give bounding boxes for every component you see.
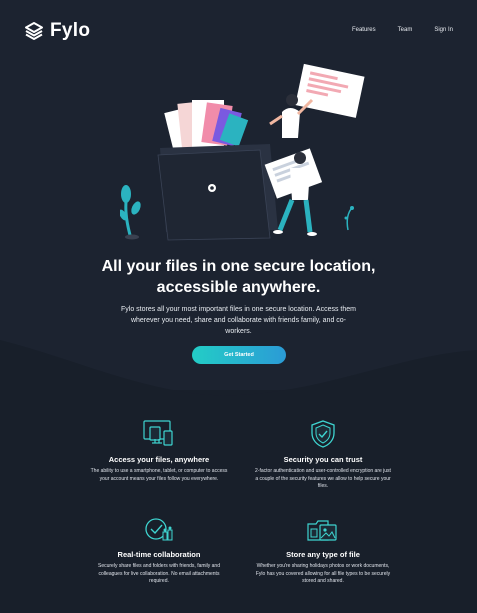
feature-text: 2-factor authentication and user-control… <box>255 468 391 489</box>
feature-security: Security you can trust 2-factor authenti… <box>248 419 398 491</box>
get-started-button[interactable]: Get Started <box>192 346 286 364</box>
feature-collaboration: Real-time collaboration Securely share f… <box>84 516 234 586</box>
feature-text: The ability to use a smartphone, tablet,… <box>90 468 228 482</box>
access-anywhere-icon <box>143 420 173 446</box>
nav-signin-link[interactable]: Sign In <box>434 27 453 33</box>
nav-features-link[interactable]: Features <box>352 27 376 33</box>
logo[interactable]: Fylo <box>24 20 90 42</box>
hero-title-line2: accessible anywhere. <box>156 279 321 296</box>
feature-text: Whether you're sharing holidays photos o… <box>255 563 391 584</box>
hero-title-line1: All your files in one secure location, <box>101 258 376 275</box>
hero-illustration <box>120 63 365 241</box>
security-icon <box>311 420 335 448</box>
feature-title: Real-time collaboration <box>117 550 201 559</box>
any-file-icon <box>307 520 337 541</box>
feature-any-file: Store any type of file Whether you're sh… <box>248 516 398 586</box>
feature-title: Store any type of file <box>286 550 360 559</box>
feature-title: Security you can trust <box>283 455 363 464</box>
stack-logo-icon <box>25 22 43 40</box>
plant-illustration <box>120 185 141 240</box>
site-header: Fylo Features Team Sign In <box>0 0 477 62</box>
feature-title: Access your files, anywhere <box>108 455 210 464</box>
nav-team-link[interactable]: Team <box>398 27 413 33</box>
hero-description: Fylo stores all your most important file… <box>121 306 356 335</box>
hero-title: All your files in one secure location, a… <box>0 256 477 298</box>
feature-access-anywhere: Access your files, anywhere The ability … <box>84 419 234 483</box>
main-nav: Features Team Sign In <box>352 27 453 33</box>
brand-name: Fylo <box>50 20 91 41</box>
feature-text: Securely share files and folders with fr… <box>97 563 220 584</box>
collaboration-icon <box>145 518 173 541</box>
